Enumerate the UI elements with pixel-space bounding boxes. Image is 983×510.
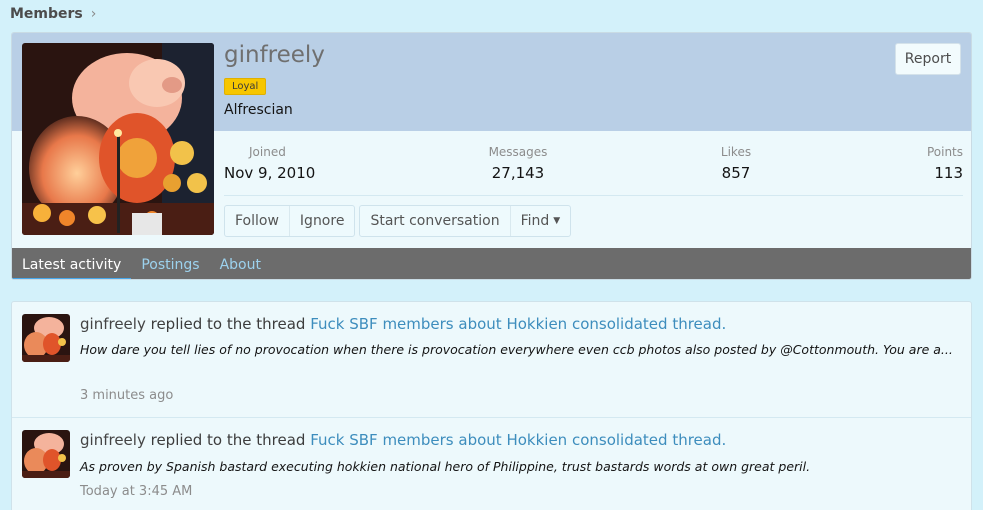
follow-ignore-group: Follow Ignore <box>224 205 356 237</box>
stat-points[interactable]: Points 113 <box>927 145 963 182</box>
stat-points-value[interactable]: 113 <box>927 164 963 182</box>
start-conversation-button[interactable]: Start conversation <box>360 206 509 236</box>
stat-joined-label: Joined <box>249 145 286 159</box>
activity-snippet: As proven by Spanish bastard executing h… <box>80 459 811 474</box>
avatar-image <box>22 43 214 235</box>
member-user-title: Alfrescian <box>224 102 293 118</box>
activity-user-link[interactable]: ginfreely <box>80 431 146 449</box>
list-item: ginfreely replied to the thread Fuck SBF… <box>12 417 971 510</box>
activity-title: ginfreely replied to the thread Fuck SBF… <box>80 431 726 449</box>
activity-action: replied to the thread <box>150 431 306 449</box>
stat-messages-value[interactable]: 27,143 <box>489 164 548 182</box>
stat-joined: Joined Nov 9, 2010 <box>224 145 315 182</box>
breadcrumb: Members › <box>10 6 96 22</box>
avatar-thumbnail <box>22 314 70 362</box>
find-button[interactable]: Find ▼ <box>509 206 571 236</box>
activity-title: ginfreely replied to the thread Fuck SBF… <box>80 315 726 333</box>
stat-points-label: Points <box>926 145 963 159</box>
stat-messages-label: Messages <box>488 145 548 159</box>
profile-tabs: Latest activity Postings About <box>12 248 971 279</box>
stats-divider <box>224 195 963 196</box>
member-stats: Joined Nov 9, 2010 Messages 27,143 Likes… <box>224 145 963 195</box>
member-profile-card: Joined Nov 9, 2010 Messages 27,143 Likes… <box>11 32 972 280</box>
chevron-right-icon: › <box>90 6 97 22</box>
stat-likes: Likes 857 <box>721 145 751 182</box>
find-label: Find <box>520 213 550 229</box>
follow-button[interactable]: Follow <box>225 206 289 236</box>
activity-timestamp[interactable]: 3 minutes ago <box>80 388 173 403</box>
activity-thread-link[interactable]: Fuck SBF members about Hokkien consolida… <box>310 431 726 449</box>
tab-postings[interactable]: Postings <box>131 248 209 279</box>
stat-messages[interactable]: Messages 27,143 <box>489 145 548 182</box>
stat-joined-value: Nov 9, 2010 <box>224 164 316 182</box>
list-item: ginfreely replied to the thread Fuck SBF… <box>12 302 971 417</box>
member-username: ginfreely <box>224 42 325 68</box>
stat-likes-value: 857 <box>721 164 751 182</box>
conversation-find-group: Start conversation Find ▼ <box>359 205 572 237</box>
report-button[interactable]: Report <box>895 43 961 75</box>
activity-timestamp[interactable]: Today at 3:45 AM <box>80 484 192 499</box>
breadcrumb-members-link[interactable]: Members <box>10 6 83 22</box>
activity-avatar[interactable] <box>22 430 70 478</box>
activity-feed: ginfreely replied to the thread Fuck SBF… <box>11 301 972 510</box>
profile-actions: Follow Ignore Start conversation Find ▼ <box>224 205 572 237</box>
activity-action: replied to the thread <box>150 315 306 333</box>
avatar[interactable] <box>22 43 214 235</box>
stat-likes-label: Likes <box>720 145 752 159</box>
activity-user-link[interactable]: ginfreely <box>80 315 146 333</box>
ignore-button[interactable]: Ignore <box>288 206 355 236</box>
user-banner-badge: Loyal <box>224 78 267 95</box>
tab-latest-activity[interactable]: Latest activity <box>12 248 132 279</box>
tab-about[interactable]: About <box>210 248 271 279</box>
caret-down-icon: ▼ <box>553 216 561 226</box>
activity-thread-link[interactable]: Fuck SBF members about Hokkien consolida… <box>310 315 726 333</box>
avatar-thumbnail <box>22 430 70 478</box>
activity-avatar[interactable] <box>22 314 70 362</box>
activity-snippet: How dare you tell lies of no provocation… <box>80 342 953 357</box>
